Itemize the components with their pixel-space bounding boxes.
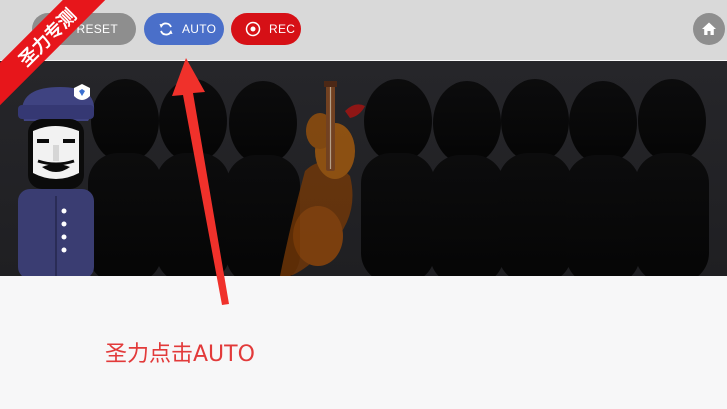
annotation-text: 圣力点击AUTO [105,342,255,367]
